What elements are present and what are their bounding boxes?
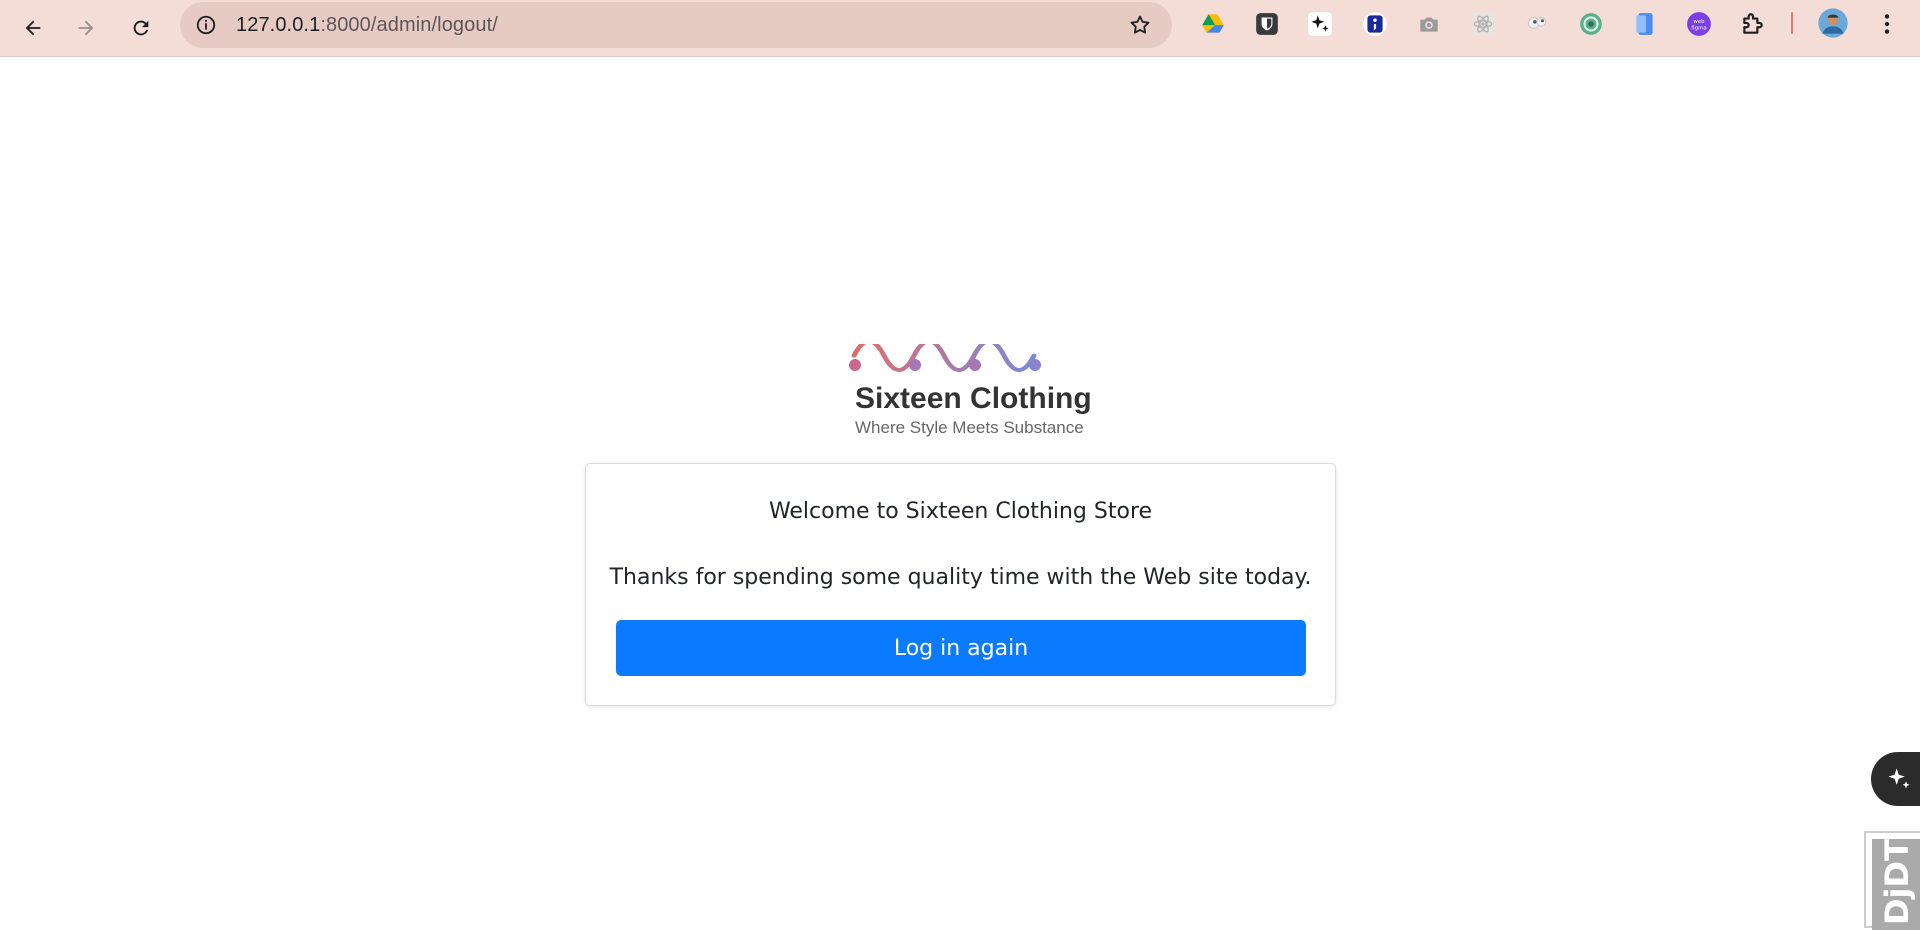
wave-logo-icon <box>849 344 1041 372</box>
phone-extension-icon[interactable] <box>1630 9 1660 39</box>
bookmark-star-icon[interactable] <box>1128 13 1152 37</box>
url-path: :8000/admin/logout/ <box>320 14 498 36</box>
djdt-handle-inner: DjDT <box>1872 839 1920 930</box>
brand-tagline: Where Style Meets Substance <box>855 418 1084 437</box>
svg-text:figma: figma <box>1691 25 1706 31</box>
django-debug-toolbar-handle[interactable]: DjDT <box>1864 831 1920 930</box>
djdt-label-dt: DT <box>1878 839 1916 888</box>
profile-avatar[interactable] <box>1816 6 1850 40</box>
toolbar-separator <box>1791 12 1793 34</box>
circular-extension-icon[interactable] <box>1576 9 1606 39</box>
eyes-extension-icon[interactable] <box>1522 9 1552 39</box>
react-devtools-icon[interactable] <box>1468 9 1498 39</box>
reload-button[interactable] <box>121 8 161 48</box>
back-button[interactable] <box>13 8 53 48</box>
browser-toolbar: 127.0.0.1:8000/admin/logout/ web figma <box>0 0 1920 57</box>
reload-icon <box>133 20 149 36</box>
thanks-text: Thanks for spending some quality time wi… <box>609 565 1312 590</box>
web-to-figma-icon[interactable]: web figma <box>1684 9 1714 39</box>
djdt-label: DjDT <box>1878 839 1916 925</box>
camera-icon[interactable] <box>1414 9 1444 39</box>
welcome-text: Welcome to Sixteen Clothing Store <box>768 499 1153 524</box>
url-text: 127.0.0.1:8000/admin/logout/ <box>236 14 498 37</box>
ai-assistant-button[interactable] <box>1871 752 1920 806</box>
bitwarden-icon[interactable] <box>1252 9 1282 39</box>
sparkle-icon <box>1888 768 1910 789</box>
arrow-left-icon <box>25 20 41 36</box>
url-host: 127.0.0.1 <box>236 14 321 36</box>
semicolon-extension-icon[interactable] <box>1360 9 1390 39</box>
arrow-right-icon <box>78 20 94 36</box>
logout-card: Welcome to Sixteen Clothing Store Thanks… <box>585 463 1336 706</box>
puzzle-extensions-icon[interactable] <box>1738 9 1768 39</box>
svg-text:web: web <box>1693 19 1705 25</box>
google-drive-icon[interactable] <box>1198 9 1228 39</box>
djdt-label-dj: Dj <box>1878 887 1916 925</box>
forward-button[interactable] <box>66 8 106 48</box>
log-in-again-button[interactable]: Log in again <box>616 620 1306 676</box>
chrome-menu-icon[interactable] <box>1872 9 1902 39</box>
address-bar[interactable]: 127.0.0.1:8000/admin/logout/ <box>180 2 1172 48</box>
sparkle-icon[interactable] <box>1305 9 1335 39</box>
brand-title: Sixteen Clothing <box>855 382 1092 415</box>
site-info-icon[interactable] <box>194 13 218 37</box>
brand-logo: Sixteen Clothing Where Style Meets Subst… <box>840 344 1100 444</box>
